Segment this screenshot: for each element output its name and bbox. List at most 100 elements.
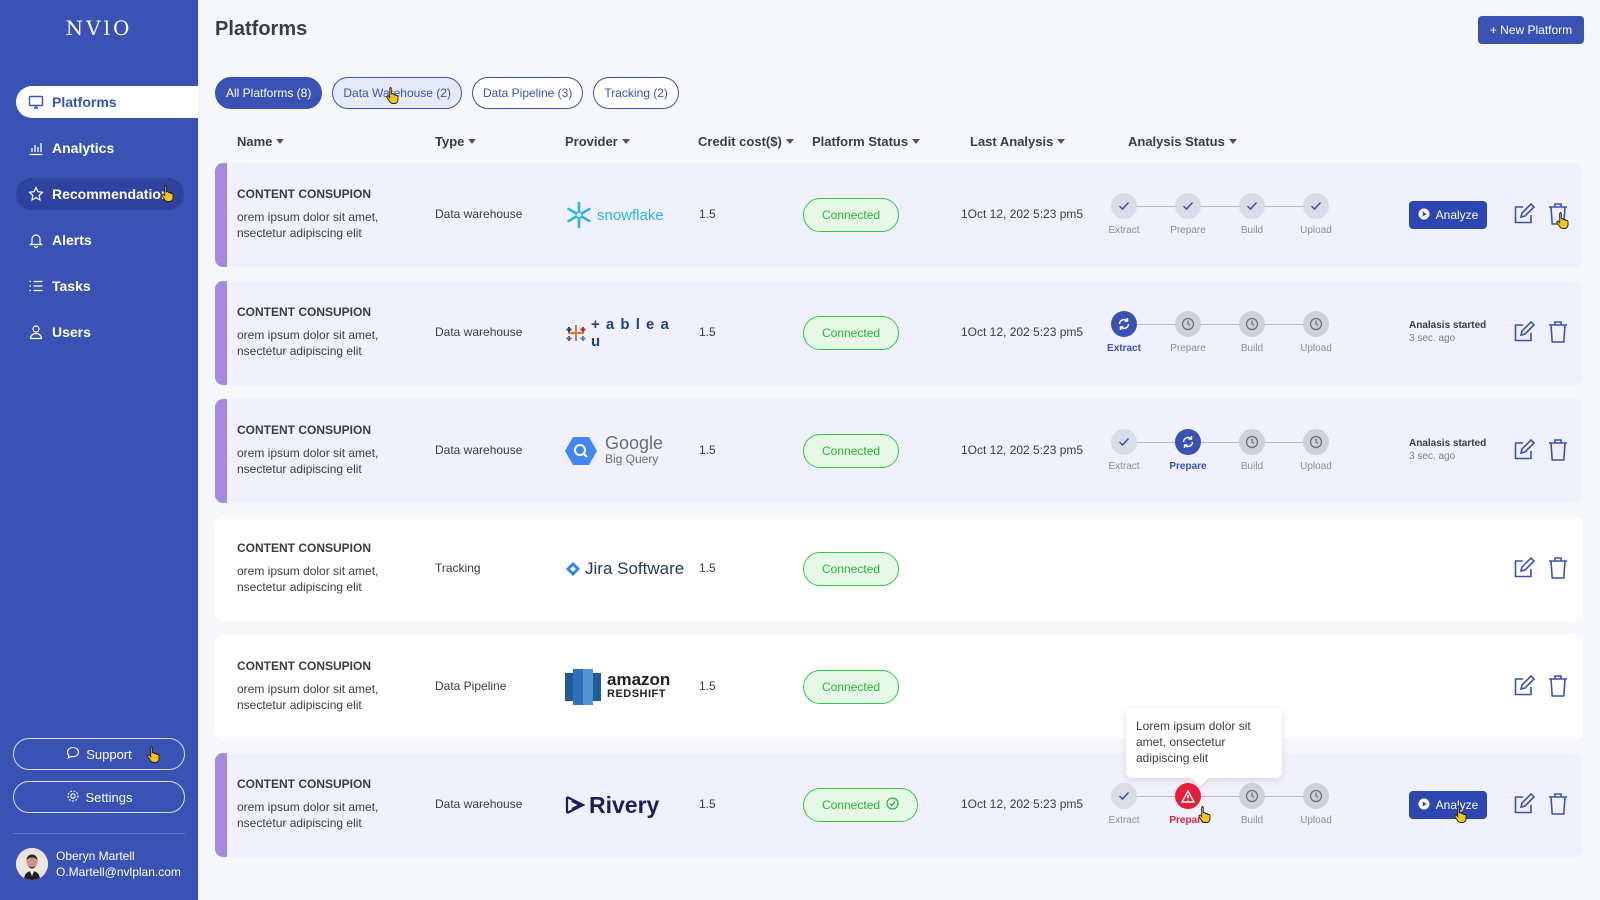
user-name: Oberyn Martell bbox=[56, 849, 135, 863]
sidebar-item-users[interactable]: Users bbox=[16, 316, 198, 348]
sidebar-item-recommendation[interactable]: Recommendation bbox=[16, 178, 184, 210]
analysis-steps: Extract Prepare Build Upload bbox=[1108, 193, 1341, 241]
hand-cursor-icon bbox=[1555, 211, 1571, 234]
hand-cursor-icon bbox=[1197, 805, 1213, 828]
trash-icon[interactable] bbox=[1547, 791, 1569, 822]
row-type: Tracking bbox=[435, 561, 481, 575]
column-header-name[interactable]: Name bbox=[237, 134, 285, 149]
step-label: Build bbox=[1240, 461, 1264, 472]
list-icon bbox=[28, 278, 44, 294]
table-row[interactable]: CONTENT CONSUPION orem ipsum dolor sit a… bbox=[215, 281, 1583, 385]
step-label: Prepare bbox=[1169, 461, 1207, 472]
edit-icon[interactable] bbox=[1511, 201, 1537, 232]
edit-icon[interactable] bbox=[1511, 555, 1537, 586]
trash-icon[interactable] bbox=[1547, 437, 1569, 468]
app-logo: NVlO bbox=[65, 16, 133, 40]
row-type: Data warehouse bbox=[435, 325, 523, 339]
tab-data-pipeline[interactable]: Data Pipeline (3) bbox=[471, 77, 584, 109]
row-name: CONTENT CONSUPION bbox=[237, 541, 372, 555]
column-label: Name bbox=[237, 134, 273, 149]
step-label: Upload bbox=[1300, 815, 1332, 826]
table-row[interactable]: CONTENT CONSUPION orem ipsum dolor sit a… bbox=[215, 753, 1583, 857]
settings-button[interactable]: Settings bbox=[13, 781, 185, 813]
sort-caret-icon bbox=[468, 139, 477, 144]
check-icon bbox=[1303, 193, 1329, 219]
chat-icon bbox=[66, 746, 80, 763]
edit-icon[interactable] bbox=[1511, 791, 1537, 822]
column-header-platform-status[interactable]: Platform Status bbox=[812, 134, 921, 149]
step-label: Upload bbox=[1300, 461, 1332, 472]
star-icon bbox=[28, 186, 44, 202]
tab-all-platforms[interactable]: All Platforms (8) bbox=[215, 77, 323, 109]
row-name: CONTENT CONSUPION bbox=[237, 305, 372, 319]
row-description: orem ipsum dolor sit amet, nsectetur adi… bbox=[237, 328, 379, 358]
column-label: Platform Status bbox=[812, 134, 909, 149]
new-platform-button[interactable]: + New Platform bbox=[1478, 16, 1584, 44]
row-name: CONTENT CONSUPION bbox=[237, 659, 372, 673]
row-accent-bar bbox=[215, 399, 227, 503]
clock-icon bbox=[1239, 783, 1265, 809]
trash-icon[interactable] bbox=[1547, 555, 1569, 586]
tab-tracking[interactable]: Tracking (2) bbox=[593, 77, 679, 109]
step-label: Extract bbox=[1108, 461, 1140, 472]
sidebar-divider bbox=[13, 833, 185, 834]
column-header-type[interactable]: Type bbox=[435, 134, 477, 149]
error-tooltip: Lorem ipsum dolor sit amet, onsectetur a… bbox=[1126, 708, 1282, 778]
table-row[interactable]: CONTENT CONSUPION orem ipsum dolor sit a… bbox=[215, 517, 1583, 621]
provider-name: snowflake bbox=[597, 206, 664, 224]
check-icon bbox=[1111, 429, 1137, 455]
table-row[interactable]: CONTENT CONSUPION orem ipsum dolor sit a… bbox=[215, 163, 1583, 267]
table-row[interactable]: CONTENT CONSUPION orem ipsum dolor sit a… bbox=[215, 635, 1583, 739]
sidebar-item-tasks[interactable]: Tasks bbox=[16, 270, 198, 302]
column-header-analysis-status[interactable]: Analysis Status bbox=[1128, 134, 1237, 149]
row-last-analysis: 1Oct 12, 202 5:23 pm5 bbox=[961, 443, 1084, 457]
step-label: Extract bbox=[1107, 343, 1141, 354]
monitor-icon bbox=[28, 94, 44, 110]
edit-icon[interactable] bbox=[1511, 319, 1537, 350]
support-button[interactable]: Support bbox=[13, 738, 185, 770]
row-type: Data warehouse bbox=[435, 207, 523, 221]
analyze-button[interactable]: Analyze bbox=[1409, 201, 1487, 229]
table-row[interactable]: CONTENT CONSUPION orem ipsum dolor sit a… bbox=[215, 399, 1583, 503]
clock-icon bbox=[1239, 311, 1265, 337]
status-badge: Connected bbox=[803, 552, 900, 586]
step-label: Upload bbox=[1300, 225, 1332, 236]
row-description: orem ipsum dolor sit amet, nsectetur adi… bbox=[237, 446, 379, 476]
column-header-provider[interactable]: Provider bbox=[565, 134, 630, 149]
started-label: Analasis started bbox=[1409, 438, 1487, 449]
column-header-credit[interactable]: Credit cost($) bbox=[698, 134, 794, 149]
started-ago: 3 sec. ago bbox=[1409, 333, 1456, 344]
provider-jira: Jira Software bbox=[565, 547, 685, 591]
edit-icon[interactable] bbox=[1511, 673, 1537, 704]
rivery-logo-icon bbox=[565, 796, 585, 814]
jira-logo-icon bbox=[566, 562, 580, 576]
sidebar-item-label: Tasks bbox=[52, 278, 91, 294]
provider-name: Jira Software bbox=[585, 559, 685, 578]
started-ago: 3 sec. ago bbox=[1409, 451, 1456, 462]
analysis-started-text: Analasis started 3 sec. ago bbox=[1409, 319, 1486, 345]
edit-icon[interactable] bbox=[1511, 437, 1537, 468]
column-label: Type bbox=[435, 134, 465, 149]
user-profile[interactable]: Oberyn Martell O.Martell@nvlplan.com bbox=[16, 848, 181, 880]
tab-data-warehouse[interactable]: Data Warehouse (2) bbox=[332, 77, 462, 109]
filter-tabs: All Platforms (8) Data Warehouse (2) Dat… bbox=[215, 77, 679, 109]
row-credit: 1.5 bbox=[699, 443, 716, 457]
step-label: Prepare bbox=[1170, 225, 1206, 236]
step-label: Extract bbox=[1108, 815, 1140, 826]
provider-subname: REDSHIFT bbox=[607, 688, 666, 700]
page-title: Platforms bbox=[215, 18, 308, 40]
row-type: Data Pipeline bbox=[435, 679, 507, 693]
hand-cursor-icon bbox=[146, 745, 162, 766]
trash-icon[interactable] bbox=[1547, 319, 1569, 350]
step-label: Build bbox=[1240, 343, 1264, 354]
trash-icon[interactable] bbox=[1547, 673, 1569, 704]
row-last-analysis: 1Oct 12, 202 5:23 pm5 bbox=[961, 325, 1084, 339]
row-name: CONTENT CONSUPION bbox=[237, 423, 372, 437]
column-header-last-analysis[interactable]: Last Analysis bbox=[970, 134, 1066, 149]
sidebar-item-platforms[interactable]: Platforms bbox=[16, 86, 198, 118]
analyze-button[interactable]: Analyze bbox=[1409, 791, 1487, 823]
avatar bbox=[16, 848, 48, 880]
row-name: CONTENT CONSUPION bbox=[237, 777, 372, 791]
row-credit: 1.5 bbox=[699, 679, 716, 693]
sidebar-item-alerts[interactable]: Alerts bbox=[16, 224, 198, 256]
